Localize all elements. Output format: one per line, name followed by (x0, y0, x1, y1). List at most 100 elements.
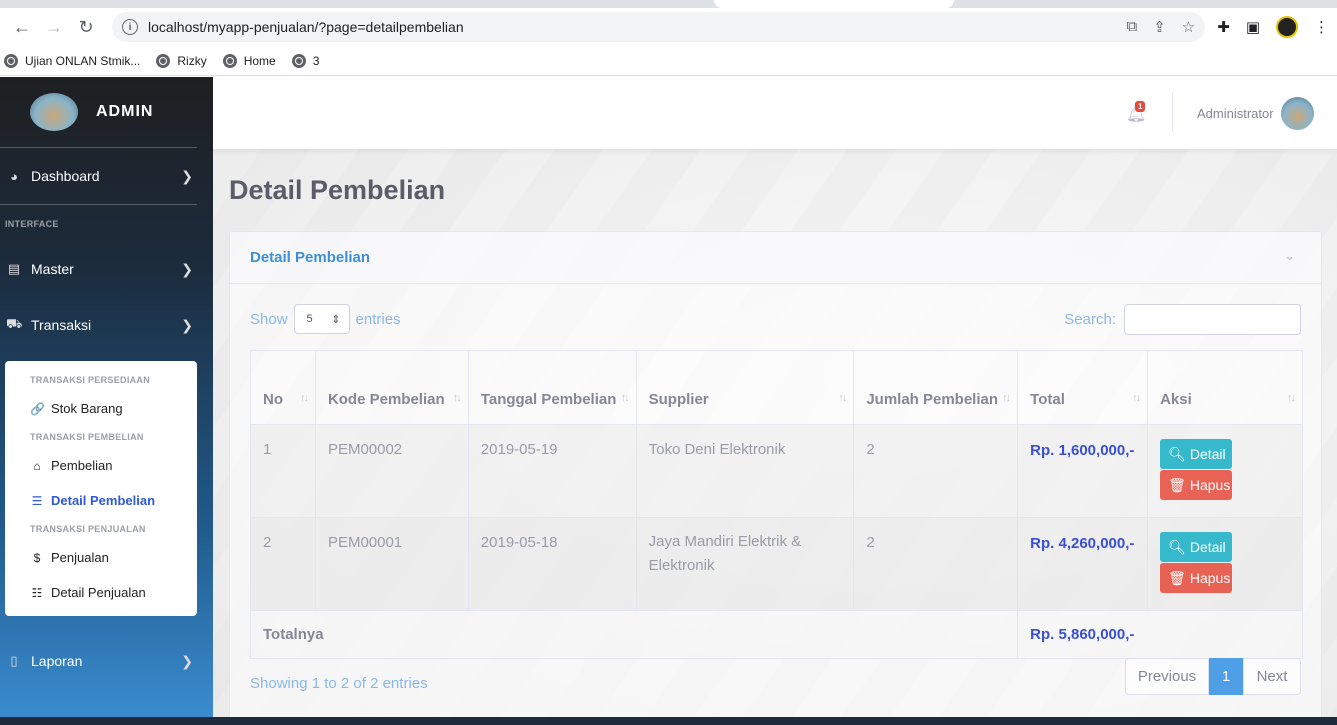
sidebar-item-transaksi[interactable]: ⛟ Transaksi ❯ (0, 297, 213, 353)
cart-icon: ⛟ (6, 316, 23, 331)
submenu-item-pembelian[interactable]: ⌂ Pembelian (5, 448, 197, 483)
cell-no: 2 (250, 517, 316, 611)
user-name[interactable]: Administrator (1197, 106, 1274, 121)
bookmarks-bar: Ujian ONLAN Stmik... Rizky Home 3 (0, 46, 1337, 76)
search-label: Search: (1064, 311, 1116, 328)
column-header-total[interactable]: Total ↑↓ (1017, 350, 1149, 425)
header-label: Jumlah Pembelian (866, 391, 999, 408)
sidebar-item-label: Laporan (31, 653, 83, 669)
column-header-tanggal[interactable]: Tanggal Pembelian ↑↓ (467, 350, 637, 425)
button-label: Detail (1189, 539, 1226, 555)
cell-total: Rp. 4,260,000,- (1017, 517, 1149, 611)
hapus-button[interactable]: 🗑︎ Hapus (1160, 563, 1233, 593)
trash-icon: 🗑︎ (1168, 569, 1186, 586)
os-taskbar (0, 717, 1337, 725)
sort-icon: ↑↓ (1287, 392, 1296, 404)
star-icon[interactable]: ☆ (1182, 18, 1195, 36)
archive-icon: ▤ (7, 261, 21, 276)
header-label: No (263, 391, 283, 408)
detail-button[interactable]: 🔍︎ Detail (1160, 439, 1233, 469)
basket-icon: ⌂ (33, 458, 41, 473)
chevron-right-icon: ❯ (181, 260, 193, 277)
chevron-right-icon: ❯ (181, 652, 193, 669)
length-control: Show 5 ⇕ entries (250, 304, 401, 334)
translate-icon[interactable]: ⧉ (1126, 18, 1137, 36)
bookmark-item[interactable]: Home (222, 53, 276, 68)
entries-label: entries (355, 310, 401, 328)
back-icon[interactable]: ← (8, 13, 36, 41)
footer-label: Totalnya (249, 610, 1019, 659)
submenu-heading: TRANSAKSI PENJUALAN (30, 524, 146, 534)
cell-jumlah: 2 (853, 424, 1019, 518)
chevron-right-icon: ❯ (181, 167, 193, 184)
globe-icon (4, 53, 18, 68)
detail-pembelian-card: Detail Pembelian ⌄ Show 5 ⇕ entries Sear… (229, 231, 1322, 717)
sidepanel-icon[interactable]: ▣ (1246, 18, 1260, 36)
sidebar-heading: INTERFACE (5, 219, 59, 229)
menu-icon[interactable]: ⋮ (1314, 18, 1329, 36)
column-header-supplier[interactable]: Supplier ↑↓ (635, 350, 855, 425)
column-header-jumlah[interactable]: Jumlah Pembelian ↑↓ (853, 350, 1019, 425)
select-arrows-icon: ⇕ (331, 313, 341, 326)
file-icon: ▯ (10, 653, 18, 668)
reload-icon[interactable]: ↻ (72, 13, 100, 41)
card-header: Detail Pembelian ⌄ (230, 232, 1321, 284)
column-header-no[interactable]: No ↑↓ (250, 350, 316, 425)
submenu-item-label: Penjualan (51, 550, 109, 565)
submenu-item-stok-barang[interactable]: 🔗 Stok Barang (5, 391, 197, 426)
bookmark-label: 3 (312, 53, 320, 68)
button-label: Hapus (1189, 477, 1231, 493)
address-bar[interactable]: i localhost/myapp-penjualan/?page=detail… (112, 12, 1206, 42)
next-button[interactable]: Next (1243, 658, 1301, 695)
list-icon: ☷ (31, 585, 43, 600)
entries-select[interactable]: 5 ⇕ (293, 304, 350, 334)
dollar-icon: $ (33, 550, 41, 565)
list-alt-icon: ☰ (31, 493, 43, 508)
sidebar-item-label: Dashboard (31, 168, 100, 184)
previous-button[interactable]: Previous (1125, 658, 1209, 695)
bookmark-item[interactable]: 3 (291, 53, 320, 68)
link-icon: 🔗 (30, 401, 45, 416)
brand-text: ADMIN (96, 103, 154, 120)
main-content: 🔔︎ 1 Administrator Detail Pembelian Deta… (213, 77, 1337, 717)
search-input[interactable] (1124, 304, 1301, 335)
cell-supplier: Jaya Mandiri Elektrik & Elektronik (635, 517, 855, 611)
browser-toolbar: ← → ↻ i localhost/myapp-penjualan/?page=… (0, 8, 1337, 46)
chevron-down-icon[interactable]: ⌄ (1284, 248, 1295, 264)
submenu-item-detail-penjualan[interactable]: ☷ Detail Penjualan (5, 575, 197, 610)
bookmark-item[interactable]: Ujian ONLAN Stmik... (4, 53, 140, 68)
pagination: Previous 1 Next (1125, 658, 1301, 695)
submenu-item-label: Detail Penjualan (51, 585, 146, 600)
share-icon[interactable]: ⇪ (1153, 18, 1166, 36)
user-avatar[interactable] (1281, 97, 1314, 130)
header-label: Total (1030, 391, 1065, 408)
site-info-icon[interactable]: i (122, 19, 138, 35)
bookmark-item[interactable]: Rizky (156, 53, 207, 68)
url-text: localhost/myapp-penjualan/?page=detailpe… (148, 19, 464, 35)
search-icon: 🔍︎ (1168, 538, 1186, 555)
sidebar-item-laporan[interactable]: ▯ Laporan ❯ (0, 633, 213, 689)
profile-avatar[interactable] (1276, 16, 1298, 38)
submenu-item-penjualan[interactable]: $ Penjualan (5, 540, 197, 575)
sidebar-item-master[interactable]: ▤ Master ❯ (0, 241, 213, 297)
extensions-icon[interactable]: ✚ (1217, 18, 1230, 36)
cell-total: Rp. 1,600,000,- (1017, 424, 1149, 518)
page-button-1[interactable]: 1 (1209, 658, 1243, 695)
sidebar-brand[interactable]: ADMIN (0, 77, 213, 147)
data-table: No ↑↓ Kode Pembelian ↑↓ Tanggal Pembelian ↑… (249, 350, 1303, 659)
active-tab[interactable] (714, 0, 954, 8)
column-header-aksi[interactable]: Aksi ↑↓ (1147, 350, 1303, 425)
hapus-button[interactable]: 🗑︎ Hapus (1160, 470, 1233, 500)
cell-aksi: 🔍︎ Detail 🗑︎ Hapus (1147, 517, 1303, 611)
sort-asc-icon: ↑↓ (299, 392, 309, 404)
cell-aksi: 🔍︎ Detail 🗑︎ Hapus (1147, 424, 1303, 518)
sidebar-item-dashboard[interactable]: ◕ Dashboard ❯ (0, 148, 213, 204)
forward-icon[interactable]: → (40, 13, 68, 41)
table-row: 1 PEM00002 2019-05-19 Toko Deni Elektron… (250, 424, 1303, 518)
globe-icon (291, 53, 306, 68)
submenu-item-detail-pembelian[interactable]: ☰ Detail Pembelian (5, 483, 197, 518)
column-header-kode[interactable]: Kode Pembelian ↑↓ (314, 350, 469, 425)
button-label: Detail (1189, 446, 1226, 462)
detail-button[interactable]: 🔍︎ Detail (1160, 532, 1233, 562)
show-label: Show (250, 310, 288, 328)
